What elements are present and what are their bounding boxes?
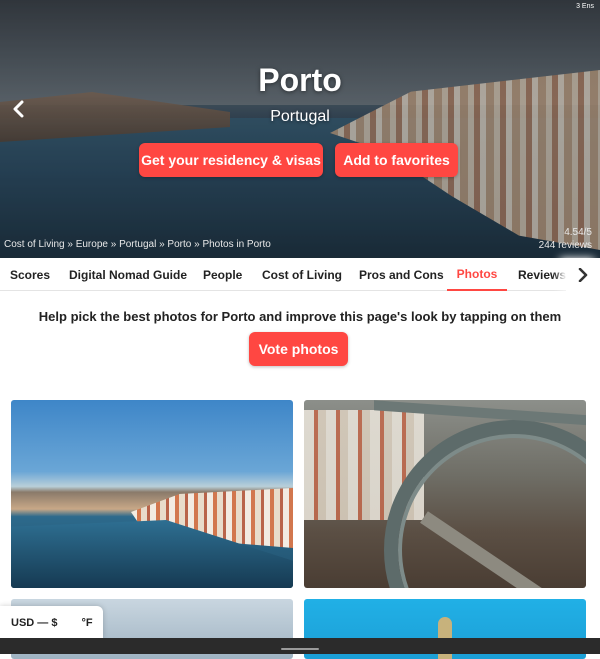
temperature-unit-toggle[interactable]: °F: [81, 617, 92, 629]
photo-dom-luis-bridge[interactable]: [304, 400, 586, 588]
home-handle[interactable]: [281, 648, 319, 650]
status-indicator: 3 Ens: [576, 3, 594, 10]
vote-prompt: Help pick the best photos for Porto and …: [38, 309, 562, 324]
system-nav-bar: [0, 638, 600, 654]
chevron-right-icon[interactable]: [566, 258, 600, 291]
tab-digital-nomad-guide[interactable]: Digital Nomad Guide: [69, 258, 187, 291]
hero-overlay: [0, 0, 600, 258]
section-tabs: Scores Digital Nomad Guide People Cost o…: [0, 258, 600, 291]
currency-selector[interactable]: USD — $: [11, 617, 57, 629]
city-hero: 3 Ens Porto Portugal Get your residency …: [0, 0, 600, 258]
tab-people[interactable]: People: [203, 258, 242, 291]
photo-porto-riverside[interactable]: [11, 400, 293, 588]
tab-reviews[interactable]: Reviews: [518, 258, 566, 291]
tab-scores[interactable]: Scores: [10, 258, 50, 291]
rating-score: 4.54/5: [564, 227, 592, 238]
add-to-favorites-button[interactable]: Add to favorites: [335, 143, 458, 177]
review-count[interactable]: 244 reviews: [539, 240, 592, 251]
tab-cost-of-living[interactable]: Cost of Living: [262, 258, 342, 291]
tab-pros-and-cons[interactable]: Pros and Cons: [359, 258, 444, 291]
breadcrumb[interactable]: Cost of Living » Europe » Portugal » Por…: [4, 239, 271, 250]
vote-photos-button[interactable]: Vote photos: [249, 332, 348, 366]
tab-photos[interactable]: Photos: [447, 258, 507, 291]
country-subtitle: Portugal: [270, 108, 330, 125]
currency-unit-switcher[interactable]: USD — $ °F: [0, 606, 103, 639]
residency-visas-button[interactable]: Get your residency & visas: [139, 143, 323, 177]
city-title: Porto: [258, 62, 342, 98]
